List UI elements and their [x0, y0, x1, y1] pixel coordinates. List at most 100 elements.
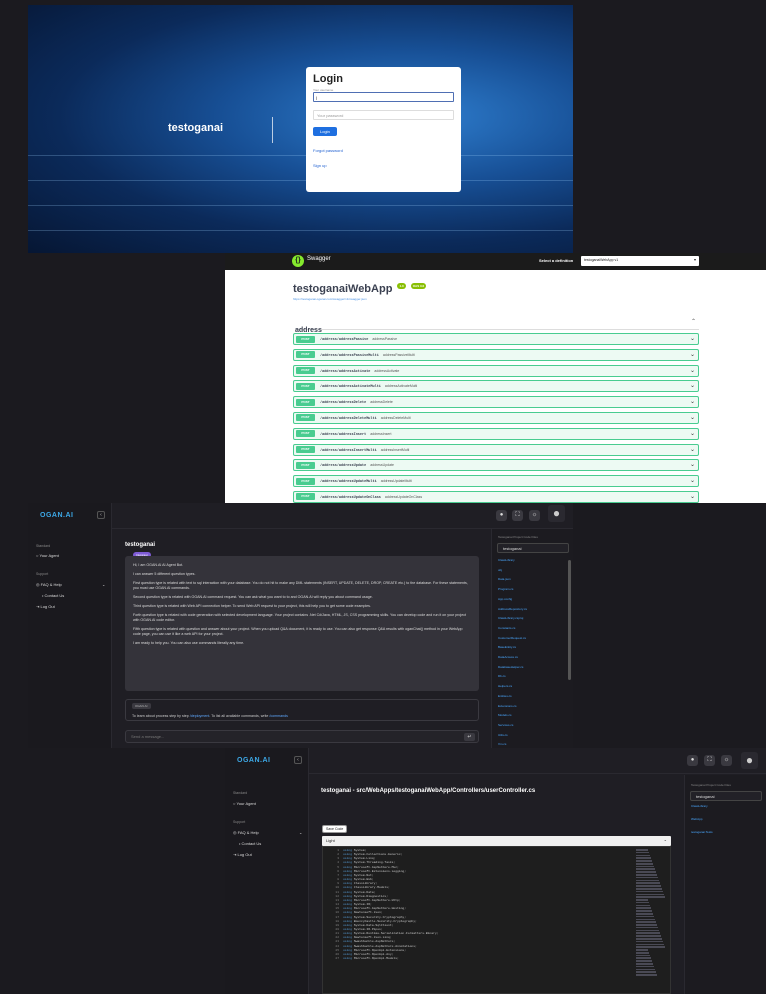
method-badge: POST: [296, 493, 315, 501]
file-tree-item[interactable]: ClassLibrary: [691, 804, 708, 808]
sidebar-item-logout[interactable]: ⇥ Log Out: [233, 852, 252, 857]
file-tree-item[interactable]: Db.cs: [498, 674, 506, 678]
project-select[interactable]: testoganai: [690, 791, 762, 801]
username-input[interactable]: |: [313, 92, 454, 102]
code-text: Microsoft.OpenApi.Models;: [352, 957, 399, 961]
minimap-line: [636, 935, 661, 937]
user-avatar[interactable]: ●: [741, 752, 758, 769]
file-tree-item[interactable]: App.config: [498, 597, 512, 601]
chevron-down-icon: ⌄: [689, 383, 695, 390]
code-keyword: using: [343, 861, 353, 865]
sidebar-item-label: Log Out: [237, 852, 252, 857]
swagger-logo-icon: {}: [292, 255, 304, 267]
file-tree-item[interactable]: AddressRepository.cs: [498, 607, 527, 611]
minimap-line: [636, 926, 658, 929]
login-button[interactable]: Login: [313, 127, 337, 136]
code-minimap[interactable]: [636, 849, 666, 989]
minimap-line: [636, 943, 664, 946]
sidebar-item-contact[interactable]: • Contact Us: [239, 841, 261, 846]
file-tree-item[interactable]: Services.cs: [498, 723, 513, 727]
sidebar-item-logout[interactable]: ⇥ Log Out: [36, 604, 55, 609]
operation-row[interactable]: POST/address/addressPassive addressPassiv…: [293, 333, 699, 345]
operation-row[interactable]: POST/address/addressDeleteMulti addressDe…: [293, 411, 699, 424]
file-path-title: testoganai - src/WebApps/testoganaiWebAp…: [321, 788, 536, 794]
notification-icon[interactable]: ●: [687, 755, 698, 766]
spec-url-link[interactable]: https://testoganai.oganai.com/swagger/v1…: [293, 297, 367, 301]
collapse-sidebar-button[interactable]: ‹: [97, 511, 105, 519]
operation-row[interactable]: POST/address/addressActivate addressActiv…: [293, 364, 699, 377]
code-content[interactable]: using System; using System.Collections.Ge…: [343, 849, 438, 961]
sidebar-item-your-agent[interactable]: ○ Your Agent: [233, 801, 256, 806]
file-tree-item[interactable]: Utils.cs: [498, 733, 508, 737]
password-input[interactable]: Your password: [313, 110, 454, 120]
operation-row[interactable]: POST/address/addressUpdateMulti addressUp…: [293, 475, 699, 488]
scrollbar[interactable]: [568, 560, 571, 680]
code-line: using Microsoft.OpenApi.Models;: [343, 957, 438, 961]
definition-select[interactable]: testoganaiWebApp v1 ▾: [581, 256, 699, 266]
code-keyword: using: [343, 873, 353, 877]
theme-select[interactable]: Light ⌄: [322, 836, 671, 846]
minimap-line: [636, 918, 655, 921]
file-tree-item[interactable]: ClassLibrary.csproj: [498, 616, 523, 620]
notification-icon[interactable]: ●: [496, 510, 507, 521]
method-badge: POST: [296, 351, 315, 359]
file-tree-item[interactable]: BaseEntity.cs: [498, 645, 516, 649]
line-numbers: 1 2 3 4 5 6 7 8 9 10 11 12 13 14 15 16 17 18 19 20 21 22 23 24 2…: [323, 849, 339, 961]
operation-row[interactable]: POST/address/addressUpdateOnClass address…: [293, 490, 699, 503]
code-text: System.Data;: [352, 890, 376, 894]
fullscreen-icon[interactable]: ⛶: [704, 755, 715, 766]
file-tree-item[interactable]: obj: [498, 568, 502, 572]
file-tree-item[interactable]: ClassLibrary: [498, 558, 515, 562]
fullscreen-icon[interactable]: ⛶: [512, 510, 523, 521]
operation-row[interactable]: POST/address/addressInsertMulti addressIn…: [293, 443, 699, 456]
code-editor[interactable]: 1 2 3 4 5 6 7 8 9 10 11 12 13 14 15 16 17 18 19 20 21 22 23 24 2…: [322, 846, 671, 994]
send-button[interactable]: ↵: [464, 733, 475, 741]
forgot-password-link[interactable]: Forgot password: [313, 148, 454, 153]
sidebar-item-label: Contact Us: [44, 593, 65, 598]
file-tree-item[interactable]: Entities.cs: [498, 694, 512, 698]
message-input[interactable]: Send a message... ↵: [125, 730, 479, 743]
operation-path: /address/addressDeleteMulti addressDelete…: [320, 415, 411, 421]
file-tree-item[interactable]: DatabaseHelper.cs: [498, 665, 523, 669]
theme-toggle-icon[interactable]: ☼: [529, 510, 540, 521]
tip-text: To learn about process step by step: [132, 714, 190, 718]
file-tree-item[interactable]: CustomerRequest.cs: [498, 636, 526, 640]
file-tree-item[interactable]: Constants.cs: [498, 626, 515, 630]
operation-row[interactable]: POST/address/addressInsert addressInsert ⌄: [293, 427, 699, 440]
operation-row[interactable]: POST/address/addressActivateMulti address…: [293, 380, 699, 393]
file-tree-item[interactable]: testoganai.Tests: [691, 830, 713, 834]
file-tree-item[interactable]: Data.json: [498, 577, 511, 581]
deployment-link[interactable]: /deployment: [190, 714, 210, 718]
minimap-line: [636, 893, 664, 896]
background-wave: [28, 180, 573, 181]
project-select[interactable]: testoganai: [497, 543, 569, 553]
user-avatar[interactable]: ●: [548, 505, 565, 522]
code-text: ClassLibrary.Models;: [352, 886, 390, 890]
save-code-button[interactable]: Save Code: [322, 825, 348, 833]
code-keyword: using: [343, 865, 353, 869]
file-tree-item[interactable]: Program.cs: [498, 587, 513, 591]
sidebar-item-faq[interactable]: ◎ FAQ & Help ⌄: [36, 582, 105, 587]
operation-row[interactable]: POST/address/addressDelete addressDelete ⌄: [293, 396, 699, 409]
sidebar-section-standard: Standard: [36, 544, 51, 548]
tag-header-address[interactable]: address ⌃: [295, 319, 699, 334]
commands-link[interactable]: /commands: [269, 714, 288, 718]
operation-row[interactable]: POST/address/addressUpdate addressUpdate ⌄: [293, 459, 699, 472]
file-tree-item[interactable]: Extensions.cs: [498, 704, 517, 708]
chevron-down-icon: ⌄: [689, 493, 695, 500]
theme-toggle-icon[interactable]: ☼: [721, 755, 732, 766]
operation-summary: addressUpdate: [370, 463, 394, 468]
sidebar-item-faq[interactable]: ◎ FAQ & Help ⌄: [233, 830, 302, 835]
file-tree-item[interactable]: DataAccess.cs: [498, 655, 518, 659]
signup-link[interactable]: Sign up: [313, 163, 454, 168]
file-tree-item[interactable]: WebApp: [691, 817, 702, 821]
collapse-sidebar-button[interactable]: ‹: [294, 756, 302, 764]
file-tree-item[interactable]: Vm.cs: [498, 742, 506, 746]
file-tree-item[interactable]: Helpers.cs: [498, 684, 512, 688]
file-tree-item[interactable]: Models.cs: [498, 713, 512, 717]
operation-row[interactable]: POST/address/addressPassiveMulti addressP…: [293, 348, 699, 361]
sidebar-item-your-agent[interactable]: ○ Your Agent: [36, 553, 59, 558]
code-keyword: using: [343, 919, 353, 923]
sidebar-item-contact[interactable]: • Contact Us: [42, 593, 64, 598]
code-text: System.Web;: [352, 878, 374, 882]
